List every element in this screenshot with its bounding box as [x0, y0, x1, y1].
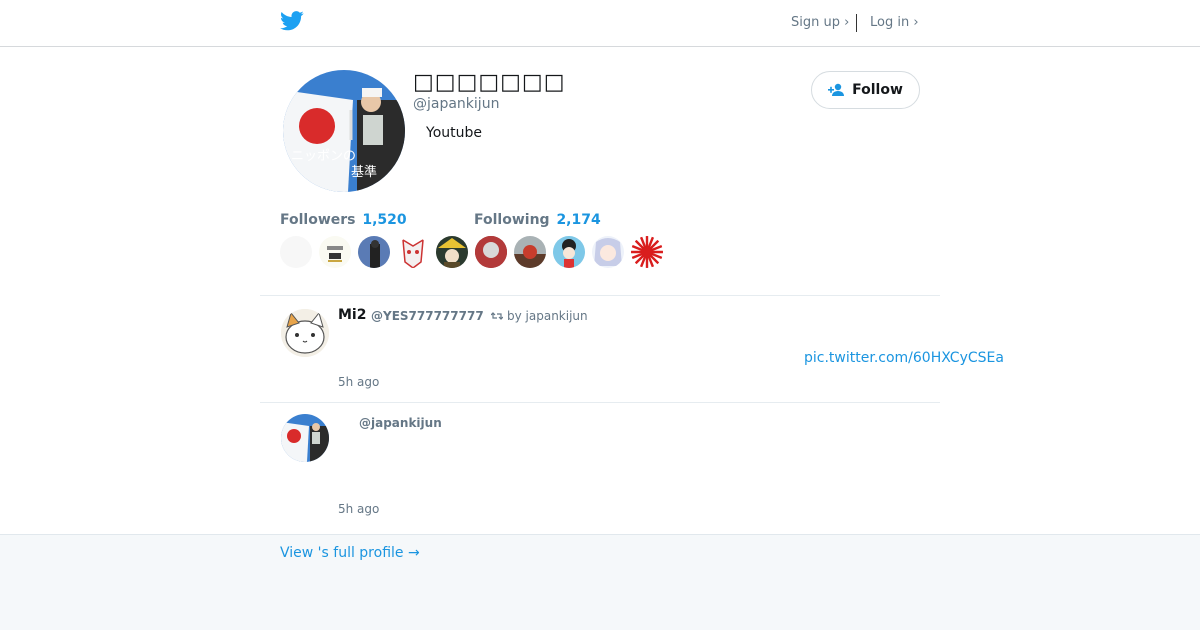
tweet-timestamp[interactable]: 5h ago [338, 502, 379, 516]
tweet-avatar[interactable] [281, 414, 329, 462]
login-link[interactable]: Log in › [870, 15, 919, 30]
add-user-icon [828, 83, 845, 96]
follower-avatar[interactable] [553, 236, 585, 268]
top-bar: Sign up › Log in › [0, 0, 1200, 47]
tweet-author-name[interactable]: Mi2 [338, 307, 366, 323]
followers-count: 1,520 [362, 212, 407, 228]
followers-label: Followers [280, 212, 356, 228]
follower-avatar[interactable] [631, 236, 663, 268]
follower-avatar[interactable] [514, 236, 546, 268]
twitter-bird-icon[interactable] [280, 10, 304, 32]
retweet-by-label: by japankijun [507, 309, 588, 323]
follower-avatar[interactable] [592, 236, 624, 268]
follower-avatar[interactable] [436, 236, 468, 268]
profile-name: □□□□□□□ [413, 70, 566, 95]
tweet-author-handle[interactable]: @YES777777777 [371, 309, 484, 323]
profile-avatar[interactable]: ニッポンの 基準 [283, 70, 405, 192]
avatar-caption-bottom: 基準 [351, 164, 377, 180]
follow-label: Follow [852, 82, 903, 98]
view-full-profile-link[interactable]: View 's full profile → [280, 545, 420, 561]
follower-avatar[interactable] [358, 236, 390, 268]
following-stat[interactable]: Following 2,174 [474, 212, 601, 228]
follower-avatar[interactable] [319, 236, 351, 268]
signup-link[interactable]: Sign up › [791, 15, 849, 30]
tweet-media-link[interactable]: pic.twitter.com/60HXCyCSEa [804, 350, 1004, 366]
followers-stat[interactable]: Followers 1,520 [280, 212, 407, 228]
nav-separator [856, 14, 857, 32]
follower-avatar[interactable] [475, 236, 507, 268]
following-label: Following [474, 212, 550, 228]
follow-button[interactable]: Follow [811, 71, 920, 109]
following-count: 2,174 [556, 212, 601, 228]
follower-avatar[interactable] [280, 236, 312, 268]
follower-avatar[interactable] [397, 236, 429, 268]
tweet-timestamp[interactable]: 5h ago [338, 375, 379, 389]
tweet-author-handle[interactable]: @japankijun [359, 416, 442, 430]
profile-handle[interactable]: @japankijun [413, 96, 499, 112]
retweet-icon [491, 312, 503, 320]
profile-bio: Youtube [426, 125, 482, 141]
avatar-caption-top: ニッポンの [291, 149, 356, 164]
retweet-info: by japankijun [491, 309, 588, 323]
divider [260, 295, 940, 296]
tweet-avatar[interactable] [281, 309, 329, 357]
footer [0, 534, 1200, 630]
divider [260, 402, 940, 403]
